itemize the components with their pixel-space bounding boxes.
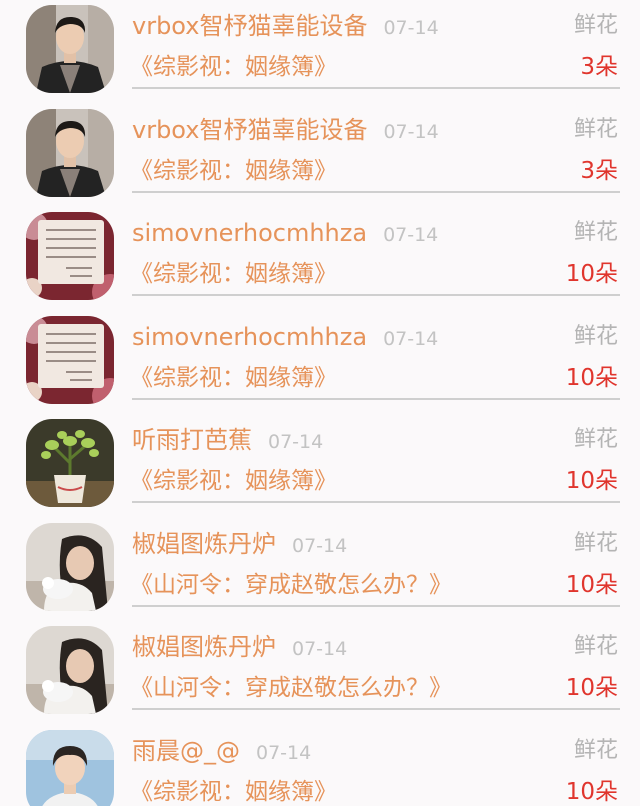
girl-with-cat-avatar-icon: [26, 626, 114, 714]
row-divider: [132, 87, 620, 89]
book-title[interactable]: 《综影视：姻缘簿》: [130, 363, 337, 393]
book-title[interactable]: 《综影视：姻缘簿》: [130, 52, 337, 82]
user-avatar[interactable]: [26, 315, 114, 404]
gift-count: 10朵: [565, 364, 618, 391]
book-title[interactable]: 《综影视：姻缘簿》: [130, 777, 337, 806]
username[interactable]: 椒娼图炼丹炉 07-14: [132, 529, 347, 561]
gift-record-row[interactable]: vrbox智杼猫辜能设备 07-14 鲜花 《综影视：姻缘簿》 3朵: [0, 104, 640, 208]
poem-card-avatar-icon: [26, 212, 114, 300]
gift-date: 07-14: [383, 224, 439, 246]
young-man-avatar-icon: [26, 729, 114, 806]
gift-record-list: vrbox智杼猫辜能设备 07-14 鲜花 《综影视：姻缘簿》 3朵 vrbox智…: [0, 0, 640, 806]
gift-record-row[interactable]: vrbox智杼猫辜能设备 07-14 鲜花 《综影视：姻缘簿》 3朵: [0, 0, 640, 104]
girl-with-cat-avatar-icon: [26, 522, 114, 611]
gift-count: 10朵: [565, 261, 618, 287]
user-avatar[interactable]: [26, 212, 114, 300]
user-avatar[interactable]: [26, 419, 114, 507]
gift-date: 07-14: [292, 534, 348, 557]
username-text: vrbox智杼猫辜能设备: [132, 12, 368, 40]
username[interactable]: 听雨打芭蕉 07-14: [132, 425, 323, 457]
username-text: simovnerhocmhhza: [132, 322, 368, 351]
username-text: vrbox智杼猫辜能设备: [132, 115, 368, 144]
gift-count: 3朵: [580, 54, 618, 80]
gift-record-row[interactable]: 椒娼图炼丹炉 07-14 鲜花 《山河令：穿成赵敬怎么办？》 10朵: [0, 518, 640, 622]
username-text: 椒娼图炼丹炉: [132, 633, 276, 661]
gift-type-label: 鲜花: [573, 116, 618, 142]
row-divider: [132, 397, 620, 400]
man-avatar-icon: [26, 5, 114, 93]
poem-card-avatar-icon: [26, 315, 114, 404]
username[interactable]: simovnerhocmhhza 07-14: [132, 218, 438, 250]
row-divider: [132, 294, 620, 296]
user-avatar[interactable]: [26, 5, 114, 93]
user-avatar[interactable]: [26, 626, 114, 714]
book-title[interactable]: 《综影视：姻缘簿》: [130, 156, 337, 186]
gift-date: 07-14: [256, 741, 312, 764]
row-divider: [132, 190, 620, 193]
username[interactable]: vrbox智杼猫辜能设备 07-14: [132, 115, 439, 147]
row-divider: [132, 501, 620, 503]
gift-count: 10朵: [565, 778, 618, 805]
gift-count: 10朵: [565, 675, 618, 701]
gift-type-label: 鲜花: [573, 427, 618, 452]
username-text: simovnerhocmhhza: [132, 219, 368, 247]
book-title[interactable]: 《山河令：穿成赵敬怎么办？》: [130, 570, 452, 600]
username[interactable]: vrbox智杼猫辜能设备 07-14: [132, 11, 439, 43]
book-title[interactable]: 《山河令：穿成赵敬怎么办？》: [130, 673, 452, 703]
username[interactable]: 椒娼图炼丹炉 07-14: [132, 632, 347, 664]
gift-record-row[interactable]: 雨晨@_@ 07-14 鲜花 《综影视：姻缘簿》 10朵: [0, 725, 640, 806]
username-text: 雨晨@_@: [132, 736, 240, 765]
gift-type-label: 鲜花: [573, 323, 618, 349]
user-avatar[interactable]: [26, 522, 114, 611]
username[interactable]: 雨晨@_@ 07-14: [132, 736, 311, 768]
username-text: 椒娼图炼丹炉: [132, 529, 276, 558]
gift-type-label: 鲜花: [573, 220, 618, 245]
gift-date: 07-14: [383, 327, 439, 350]
gift-record-row[interactable]: simovnerhocmhhza 07-14 鲜花 《综影视：姻缘簿》 10朵: [0, 311, 640, 415]
gift-record-row[interactable]: simovnerhocmhhza 07-14 鲜花 《综影视：姻缘簿》 10朵: [0, 207, 640, 311]
gift-date: 07-14: [268, 431, 324, 453]
gift-date: 07-14: [292, 638, 348, 660]
gift-count: 10朵: [565, 468, 618, 494]
gift-record-row[interactable]: 椒娼图炼丹炉 07-14 鲜花 《山河令：穿成赵敬怎么办？》 10朵: [0, 621, 640, 725]
gift-type-label: 鲜花: [573, 634, 618, 659]
potted-plant-avatar-icon: [26, 419, 114, 507]
row-divider: [132, 708, 620, 710]
gift-count: 3朵: [580, 157, 618, 184]
user-avatar[interactable]: [26, 729, 114, 806]
gift-type-label: 鲜花: [573, 530, 618, 556]
book-title[interactable]: 《综影视：姻缘簿》: [130, 466, 337, 496]
gift-date: 07-14: [383, 120, 439, 143]
gift-type-label: 鲜花: [573, 737, 618, 763]
man-avatar-icon: [26, 108, 114, 197]
book-title[interactable]: 《综影视：姻缘簿》: [130, 259, 337, 289]
gift-count: 10朵: [565, 571, 618, 598]
gift-record-row[interactable]: 听雨打芭蕉 07-14 鲜花 《综影视：姻缘簿》 10朵: [0, 414, 640, 518]
username-text: 听雨打芭蕉: [132, 426, 252, 454]
user-avatar[interactable]: [26, 108, 114, 197]
username[interactable]: simovnerhocmhhza 07-14: [132, 322, 438, 354]
row-divider: [132, 604, 620, 607]
gift-type-label: 鲜花: [573, 13, 618, 38]
gift-date: 07-14: [383, 17, 439, 39]
